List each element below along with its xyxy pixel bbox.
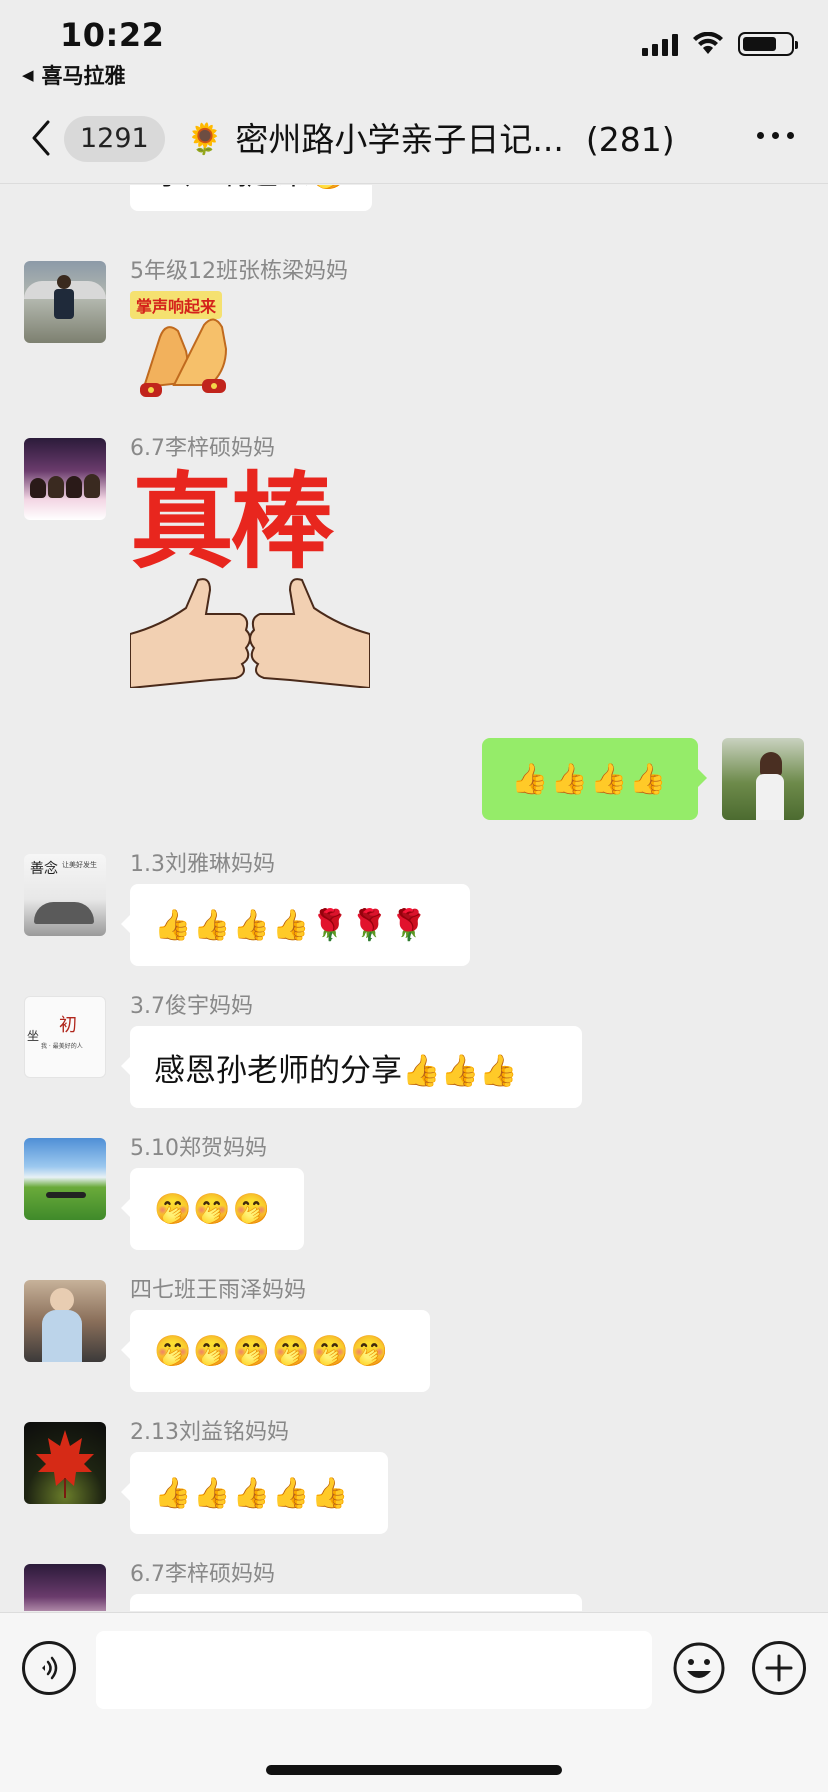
sender-name: 6.7李梓硕妈妈 <box>130 1562 275 1587</box>
chat-title[interactable]: 🌻 密州路小学亲子日记... (281) <box>186 115 675 165</box>
sender-name: 5年级12班张栋梁妈妈 <box>130 259 348 284</box>
message-text: 👍👍👍👍👍 <box>154 1475 351 1511</box>
status-bar: 10:22 ◀ 喜马拉雅 <box>0 0 828 96</box>
message-bubble[interactable]: 🤭🤭🤭🤭🤭🤭 <box>121 1310 430 1392</box>
avatar[interactable] <box>24 438 106 520</box>
wifi-icon <box>693 32 723 54</box>
message-text: 🤭🤭🤭 <box>154 1191 273 1227</box>
avatar[interactable] <box>24 261 106 343</box>
avatar[interactable] <box>24 1280 106 1362</box>
message-bubble[interactable] <box>130 1594 582 1611</box>
sticker-caption: 真棒 <box>130 461 334 583</box>
maple-leaf-icon <box>36 1430 94 1498</box>
avatar-text: 让美好发生 <box>62 861 97 869</box>
more-icon[interactable] <box>757 132 794 139</box>
status-icons <box>642 32 798 56</box>
back-to-app[interactable]: ◀ 喜马拉雅 <box>22 60 126 90</box>
chat-title-text: 密州路小学亲子日记... <box>235 120 564 159</box>
message-bubble-sent[interactable]: 👍👍👍👍 <box>482 738 707 820</box>
sender-name: 5.10郑贺妈妈 <box>130 1136 267 1161</box>
home-indicator[interactable] <box>266 1765 562 1775</box>
message-bubble[interactable]: 🤭🤭🤭 <box>121 1168 304 1250</box>
message-text: 👍👍👍👍 <box>511 761 669 797</box>
sender-name: 2.13刘益铭妈妈 <box>130 1420 289 1445</box>
clapping-sticker[interactable]: 掌声响起来 <box>130 291 250 401</box>
message-text: 🤭🤭🤭🤭🤭🤭 <box>154 1333 391 1369</box>
great-job-sticker[interactable]: 真棒 <box>130 462 370 688</box>
voice-icon[interactable] <box>22 1641 76 1695</box>
sender-name: 1.3刘雅琳妈妈 <box>130 852 275 877</box>
chat-message-list[interactable]: 掌声响起来🤭 5年级12班张栋梁妈妈 掌声响起来 6. <box>0 185 828 1611</box>
back-app-label: 喜马拉雅 <box>41 64 126 88</box>
sender-name: 6.7李梓硕妈妈 <box>130 436 275 461</box>
thumbs-up-icon <box>130 578 370 688</box>
chat-nav-bar: 1291 🌻 密州路小学亲子日记... (281) <box>0 96 828 184</box>
message-bubble[interactable]: 感恩孙老师的分享👍👍👍 <box>121 1026 582 1108</box>
sender-name: 四七班王雨泽妈妈 <box>130 1278 307 1303</box>
avatar-text: 初 <box>59 1015 77 1036</box>
avatar-text: 我 · 最美好的人 <box>41 1043 83 1050</box>
unread-count-badge[interactable]: 1291 <box>64 116 165 162</box>
message-text: 👍👍👍👍🌹🌹🌹 <box>154 907 430 943</box>
sunflower-icon: 🌻 <box>186 122 224 157</box>
clapping-hands-icon <box>140 318 228 397</box>
avatar-text: 善念 <box>30 861 58 877</box>
emoji-icon[interactable] <box>672 1641 726 1695</box>
avatar[interactable] <box>24 1422 106 1504</box>
member-count: (281) <box>585 120 675 159</box>
message-bubble[interactable]: 👍👍👍👍👍 <box>121 1452 388 1534</box>
my-avatar[interactable] <box>722 738 804 820</box>
plus-icon[interactable] <box>752 1641 806 1695</box>
avatar[interactable] <box>24 1138 106 1220</box>
avatar-text: 坐 <box>27 1029 40 1043</box>
sender-name: 3.7俊宇妈妈 <box>130 994 253 1019</box>
status-time: 10:22 <box>60 16 165 54</box>
message-input[interactable] <box>96 1631 652 1709</box>
avatar[interactable] <box>24 1564 106 1611</box>
message-bubble[interactable]: 👍👍👍👍🌹🌹🌹 <box>121 884 470 966</box>
avatar[interactable]: 初 坐 我 · 最美好的人 <box>24 996 106 1078</box>
chat-input-bar <box>0 1612 828 1792</box>
back-chevron-icon[interactable] <box>26 118 56 158</box>
message-bubble[interactable]: 掌声响起来🤭 <box>130 185 372 211</box>
avatar[interactable]: 善念 让美好发生 <box>24 854 106 936</box>
back-triangle-icon: ◀ <box>22 66 34 84</box>
battery-icon <box>738 32 798 56</box>
signal-icon <box>642 32 678 56</box>
